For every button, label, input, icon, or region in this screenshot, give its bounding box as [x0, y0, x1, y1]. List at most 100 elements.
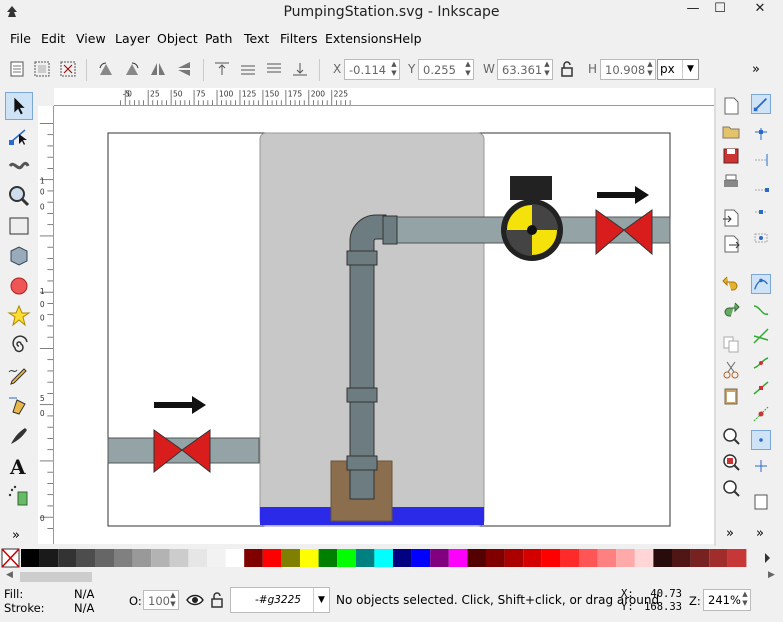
menu-filters[interactable]: Filters: [280, 31, 317, 46]
redo-icon[interactable]: [721, 298, 741, 318]
menu-layer[interactable]: Layer: [115, 31, 150, 46]
copy-icon[interactable]: [721, 334, 741, 354]
snap-bbox-icon[interactable]: [751, 124, 771, 144]
color-swatch[interactable]: [467, 549, 486, 567]
new-document-icon[interactable]: [721, 96, 741, 116]
tweak-tool-icon[interactable]: [5, 152, 33, 180]
zoom-selection-icon[interactable]: [721, 426, 741, 446]
color-swatch[interactable]: [76, 549, 96, 567]
color-swatch[interactable]: [448, 549, 468, 567]
color-swatch[interactable]: [541, 549, 561, 567]
save-icon[interactable]: [721, 146, 741, 166]
color-swatch[interactable]: [523, 549, 542, 567]
h-field[interactable]: 10.908 ▲ ▼: [600, 59, 656, 80]
snap-grid-icon[interactable]: [751, 492, 771, 512]
commands-overflow-icon[interactable]: »: [726, 526, 734, 541]
drawing-svg[interactable]: [54, 106, 714, 544]
spinner-arrows-icon[interactable]: ▲ ▼: [542, 60, 552, 79]
menu-text[interactable]: Text: [244, 31, 269, 46]
color-swatch[interactable]: [281, 549, 300, 567]
color-swatch[interactable]: [672, 549, 691, 567]
snap-nodes-icon[interactable]: [751, 274, 771, 294]
drawing-canvas[interactable]: [54, 106, 714, 544]
lower-icon[interactable]: [265, 60, 283, 78]
color-swatch[interactable]: [95, 549, 114, 567]
pump-motor-shape[interactable]: [510, 176, 552, 200]
fill-value[interactable]: N/A: [74, 587, 94, 601]
selector-tool-icon[interactable]: [5, 92, 33, 120]
spinner-arrows-icon[interactable]: ▲ ▼: [463, 60, 473, 79]
y-field[interactable]: 0.255 ▲ ▼: [418, 59, 474, 80]
scroll-left-icon[interactable]: ◀: [6, 570, 13, 580]
3d-box-tool-icon[interactable]: [5, 242, 33, 270]
chevron-down-icon[interactable]: ▼: [682, 60, 698, 79]
unit-select[interactable]: px ▼: [657, 59, 699, 80]
color-swatch[interactable]: [114, 549, 133, 567]
rotate-cw-icon[interactable]: [123, 60, 141, 78]
color-swatch[interactable]: [634, 549, 654, 567]
x-field[interactable]: -0.114 ▲ ▼: [344, 59, 400, 80]
zoom-field[interactable]: 241% ▲ ▼: [703, 589, 751, 611]
snap-object-center-icon[interactable]: [751, 404, 771, 424]
color-swatch[interactable]: [597, 549, 617, 567]
lock-proportions-icon[interactable]: [558, 60, 576, 78]
menu-edit[interactable]: Edit: [41, 31, 65, 46]
raise-icon[interactable]: [239, 60, 257, 78]
menu-file[interactable]: File: [10, 31, 31, 46]
star-tool-icon[interactable]: [5, 302, 33, 330]
node-tool-icon[interactable]: [5, 122, 33, 150]
color-swatch[interactable]: [430, 549, 449, 567]
color-swatch[interactable]: [709, 549, 728, 567]
scrollbar-thumb[interactable]: [20, 572, 92, 582]
menu-object[interactable]: Object: [157, 31, 198, 46]
spinner-arrows-icon[interactable]: ▲ ▼: [740, 590, 750, 610]
lower-to-bottom-icon[interactable]: [291, 60, 309, 78]
color-swatch[interactable]: [300, 549, 319, 567]
color-swatch[interactable]: [579, 549, 598, 567]
import-icon[interactable]: [721, 208, 741, 228]
zoom-page-icon[interactable]: [721, 478, 741, 498]
open-icon[interactable]: [721, 121, 741, 141]
snap-intersection-icon[interactable]: [751, 326, 771, 346]
paste-icon[interactable]: [721, 386, 741, 406]
color-swatch[interactable]: [318, 549, 338, 567]
horizontal-scrollbar[interactable]: ◀ ▶: [0, 570, 783, 584]
pen-tool-icon[interactable]: [5, 392, 33, 420]
visibility-eye-icon[interactable]: [186, 592, 204, 608]
layer-select[interactable]: -#g3225 ▼: [230, 587, 330, 613]
color-swatch[interactable]: [355, 549, 375, 567]
cut-icon[interactable]: [721, 360, 741, 380]
flip-vertical-icon[interactable]: [175, 60, 193, 78]
w-field[interactable]: 63.361 ▲ ▼: [497, 59, 553, 80]
raise-to-top-icon[interactable]: [213, 60, 231, 78]
select-all-icon[interactable]: [8, 60, 26, 78]
color-swatch[interactable]: [727, 549, 747, 567]
rectangle-tool-icon[interactable]: [5, 212, 33, 240]
color-swatch[interactable]: [653, 549, 672, 567]
zoom-tool-icon[interactable]: [5, 182, 33, 210]
color-swatch[interactable]: [486, 549, 505, 567]
undo-icon[interactable]: [721, 272, 741, 292]
menu-help[interactable]: Help: [393, 31, 422, 46]
color-swatch[interactable]: [58, 549, 77, 567]
toolbox-overflow-icon[interactable]: »: [12, 528, 20, 543]
spray-tool-icon[interactable]: [5, 482, 33, 510]
zoom-drawing-icon[interactable]: [721, 452, 741, 472]
snap-smooth-nodes-icon[interactable]: [751, 352, 771, 372]
minimize-button[interactable]: —: [678, 0, 708, 20]
color-swatch[interactable]: [39, 549, 59, 567]
snap-bbox-center-icon[interactable]: [751, 228, 771, 248]
color-swatch[interactable]: [151, 549, 170, 567]
color-swatch[interactable]: [504, 549, 524, 567]
calligraphy-tool-icon[interactable]: [5, 422, 33, 450]
select-all-layers-icon[interactable]: [33, 60, 51, 78]
snap-bbox-corner-icon[interactable]: [751, 176, 771, 196]
snap-toggle-icon[interactable]: [751, 94, 771, 114]
color-swatch[interactable]: [616, 549, 635, 567]
spinner-arrows-icon[interactable]: ▲ ▼: [168, 591, 178, 609]
snap-midpoints-icon[interactable]: [751, 378, 771, 398]
snap-path-icon[interactable]: [751, 300, 771, 320]
color-swatch[interactable]: [244, 549, 263, 567]
lock-icon[interactable]: [209, 591, 225, 609]
pipe-coupling-shape[interactable]: [346, 387, 378, 403]
